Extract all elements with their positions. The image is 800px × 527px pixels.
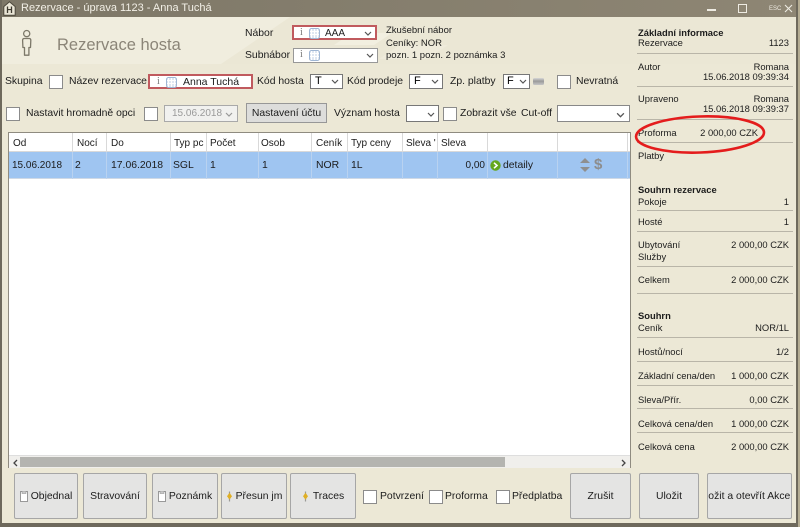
svg-text:H: H [6, 5, 13, 15]
